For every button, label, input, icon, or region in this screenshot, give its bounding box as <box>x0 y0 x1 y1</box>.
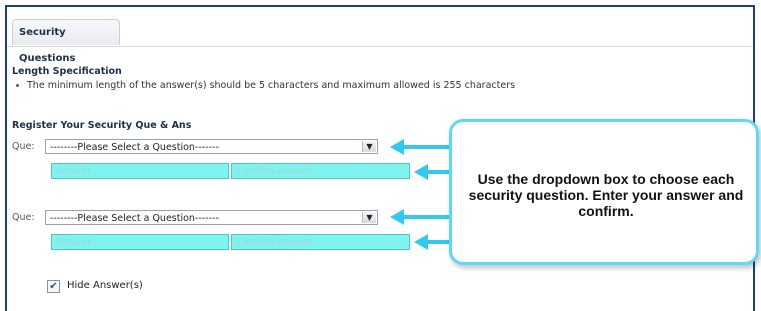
length-spec-text: The minimum length of the answer(s) shou… <box>27 80 516 91</box>
question-2-answer-field[interactable]: Answer <box>51 234 229 250</box>
question-2-select[interactable]: --------Please Select a Question------- … <box>45 210 378 225</box>
checkmark-icon: ✔ <box>49 281 58 292</box>
bullet-icon <box>16 84 19 87</box>
question-2-confirm-field[interactable]: Confirm Answer <box>231 234 410 250</box>
question-2-label: Que: <box>12 212 35 223</box>
question-1-select[interactable]: --------Please Select a Question------- … <box>45 139 378 154</box>
register-title: Register Your Security Que & Ans <box>12 120 192 131</box>
tab-security-questions[interactable]: Security Questions <box>12 19 120 64</box>
instruction-callout: Use the dropdown box to choose each secu… <box>449 119 759 265</box>
question-1-label: Que: <box>12 141 35 152</box>
hide-answers-checkbox[interactable]: ✔ <box>47 280 60 293</box>
length-spec-title: Length Specification <box>12 66 122 77</box>
question-1-confirm-field[interactable]: Confirm Answer <box>231 163 410 179</box>
chevron-down-icon[interactable]: ▼ <box>362 212 376 223</box>
tab-bar: Security Questions <box>7 14 753 64</box>
question-1-select-value: --------Please Select a Question------- <box>50 142 219 153</box>
hide-answers-label: Hide Answer(s) <box>67 280 143 291</box>
length-spec-text-row: The minimum length of the answer(s) shou… <box>16 80 515 91</box>
chevron-down-icon[interactable]: ▼ <box>362 141 376 152</box>
question-1-answer-field[interactable]: Answer <box>51 163 229 179</box>
question-2-select-value: --------Please Select a Question------- <box>50 213 219 224</box>
callout-text: Use the dropdown box to choose each secu… <box>468 171 744 219</box>
